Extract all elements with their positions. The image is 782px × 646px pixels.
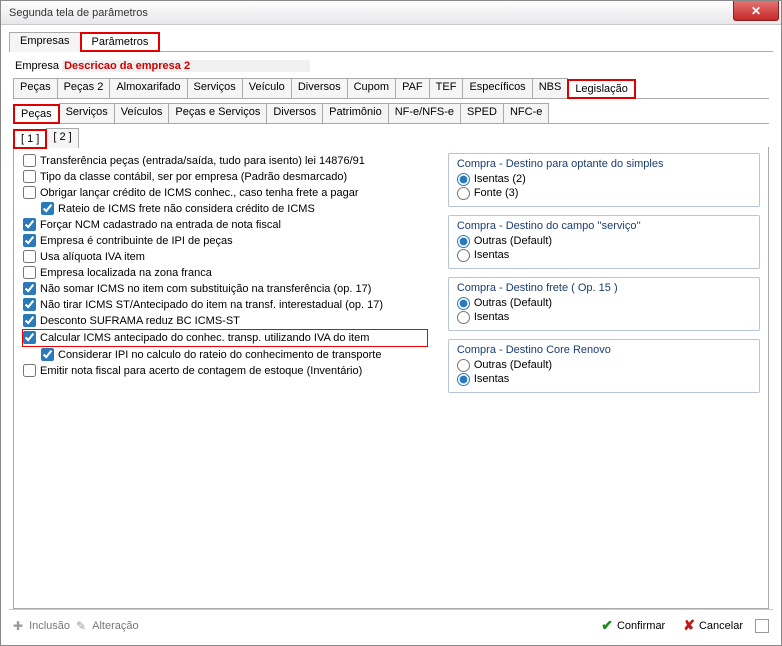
chk-desconto-suframa[interactable]: Desconto SUFRAMA reduz BC ICMS-ST	[23, 313, 427, 329]
tab3-2[interactable]: [ 2 ]	[46, 128, 78, 148]
tab-parametros[interactable]: Parâmetros	[80, 32, 161, 52]
tab-almoxarifado[interactable]: Almoxarifado	[109, 78, 187, 98]
group-destino-servico: Compra - Destino do campo ''serviço'' Ou…	[448, 215, 760, 269]
tab2-nfe[interactable]: NF-e/NFS-e	[388, 103, 461, 123]
tab2-servicos[interactable]: Serviços	[59, 103, 115, 123]
chk-emitir-nf-inventario[interactable]: Emitir nota fiscal para acerto de contag…	[23, 363, 427, 379]
chk-rateio-icms-frete[interactable]: Rateio de ICMS frete não considera crédi…	[41, 201, 427, 217]
close-button[interactable]: ✕	[733, 1, 779, 21]
tab-diversos[interactable]: Diversos	[291, 78, 348, 98]
tab2-nfce[interactable]: NFC-e	[503, 103, 549, 123]
tab2-patrimonio[interactable]: Patrimônio	[322, 103, 389, 123]
group-title: Compra - Destino para optante do simples	[457, 158, 751, 170]
tab2-sped[interactable]: SPED	[460, 103, 504, 123]
radio-isentas[interactable]: Isentas	[457, 310, 751, 324]
chk-obrigar-credito-icms[interactable]: Obrigar lançar crédito de ICMS conhec., …	[23, 185, 427, 201]
tabstrip-level3: [ 1 ] [ 2 ]	[13, 128, 769, 148]
chk-usa-aliquota-iva[interactable]: Usa alíquota IVA item	[23, 249, 427, 265]
group-destino-frete: Compra - Destino frete ( Op. 15 ) Outras…	[448, 277, 760, 331]
page-body: Empresa Descricao da empresa 2 Peças Peç…	[9, 51, 773, 609]
check-icon: ✔	[601, 617, 613, 634]
alteracao-label: Alteração	[92, 620, 138, 632]
tabstrip-level2: Peças Serviços Veículos Peças e Serviços…	[13, 103, 769, 123]
bottom-toolbar: ✚ Inclusão ✎ Alteração ✔ Confirmar ✘ Can…	[9, 609, 773, 641]
outer-tabstrip: Empresas Parâmetros	[9, 31, 781, 51]
plus-icon: ✚	[13, 619, 23, 633]
chk-empresa-contribuinte-ipi[interactable]: Empresa é contribuinte de IPI de peças	[23, 233, 427, 249]
tab-empresas[interactable]: Empresas	[9, 32, 81, 52]
group-core-renovo: Compra - Destino Core Renovo Outras (Def…	[448, 339, 760, 393]
chk-calcular-icms-antecipado[interactable]: Calcular ICMS antecipado do conhec. tran…	[23, 330, 427, 346]
checkbox-column: Transferência peças (entrada/saída, tudo…	[22, 153, 428, 602]
tab-pecas[interactable]: Peças	[13, 78, 58, 98]
window-title: Segunda tela de parâmetros	[9, 7, 148, 19]
group-optante-simples: Compra - Destino para optante do simples…	[448, 153, 760, 207]
radio-outras-default[interactable]: Outras (Default)	[457, 358, 751, 372]
tab2-veiculos[interactable]: Veículos	[114, 103, 170, 123]
empresa-row: Empresa Descricao da empresa 2	[15, 60, 769, 72]
cancelar-button[interactable]: ✘ Cancelar	[677, 615, 749, 636]
chk-zona-franca[interactable]: Empresa localizada na zona franca	[23, 265, 427, 281]
chk-considerar-ipi-rateio[interactable]: Considerar IPI no calculo do rateio do c…	[41, 347, 427, 363]
empresa-label: Empresa	[15, 60, 59, 72]
tabstrip-level1: Peças Peças 2 Almoxarifado Serviços Veíc…	[13, 78, 769, 98]
tab-especificos[interactable]: Específicos	[462, 78, 532, 98]
group-title: Compra - Destino Core Renovo	[457, 344, 751, 356]
tab2-pecas[interactable]: Peças	[13, 104, 60, 124]
tab-servicos[interactable]: Serviços	[187, 78, 243, 98]
radio-isentas[interactable]: Isentas	[457, 248, 751, 262]
close-icon: ✕	[751, 4, 761, 18]
window-titlebar: Segunda tela de parâmetros ✕	[1, 1, 781, 25]
tab-legislacao[interactable]: Legislação	[567, 79, 636, 99]
tab-pecas2[interactable]: Peças 2	[57, 78, 111, 98]
tab-nbs[interactable]: NBS	[532, 78, 569, 98]
confirmar-button[interactable]: ✔ Confirmar	[595, 615, 671, 636]
tab2-diversos[interactable]: Diversos	[266, 103, 323, 123]
radio-outras-default[interactable]: Outras (Default)	[457, 234, 751, 248]
tab-paf[interactable]: PAF	[395, 78, 430, 98]
tab3-1[interactable]: [ 1 ]	[13, 129, 47, 149]
content-area: Transferência peças (entrada/saída, tudo…	[13, 147, 769, 609]
radio-outras-default[interactable]: Outras (Default)	[457, 296, 751, 310]
x-icon: ✘	[683, 617, 695, 634]
chk-nao-tirar-icms-st[interactable]: Não tirar ICMS ST/Antecipado do item na …	[23, 297, 427, 313]
chk-transferencia-pecas[interactable]: Transferência peças (entrada/saída, tudo…	[23, 153, 427, 169]
group-title: Compra - Destino do campo ''serviço''	[457, 220, 751, 232]
radio-groups-column: Compra - Destino para optante do simples…	[448, 153, 760, 602]
chk-tipo-classe-contabil[interactable]: Tipo da classe contábil, ser por empresa…	[23, 169, 427, 185]
radio-fonte-3[interactable]: Fonte (3)	[457, 186, 751, 200]
group-title: Compra - Destino frete ( Op. 15 )	[457, 282, 751, 294]
tab-tef[interactable]: TEF	[429, 78, 464, 98]
tab-cupom[interactable]: Cupom	[347, 78, 396, 98]
radio-isentas-2[interactable]: Isentas (2)	[457, 172, 751, 186]
empresa-name: Descricao da empresa 2	[62, 60, 310, 72]
tab2-pecas-servicos[interactable]: Peças e Serviços	[168, 103, 267, 123]
chk-forcar-ncm[interactable]: Forçar NCM cadastrado na entrada de nota…	[23, 217, 427, 233]
exit-icon[interactable]	[755, 619, 769, 633]
edit-icon: ✎	[76, 619, 86, 633]
tab-veiculo[interactable]: Veículo	[242, 78, 292, 98]
radio-isentas[interactable]: Isentas	[457, 372, 751, 386]
inclusao-label: Inclusão	[29, 620, 70, 632]
chk-nao-somar-icms[interactable]: Não somar ICMS no item com substituição …	[23, 281, 427, 297]
